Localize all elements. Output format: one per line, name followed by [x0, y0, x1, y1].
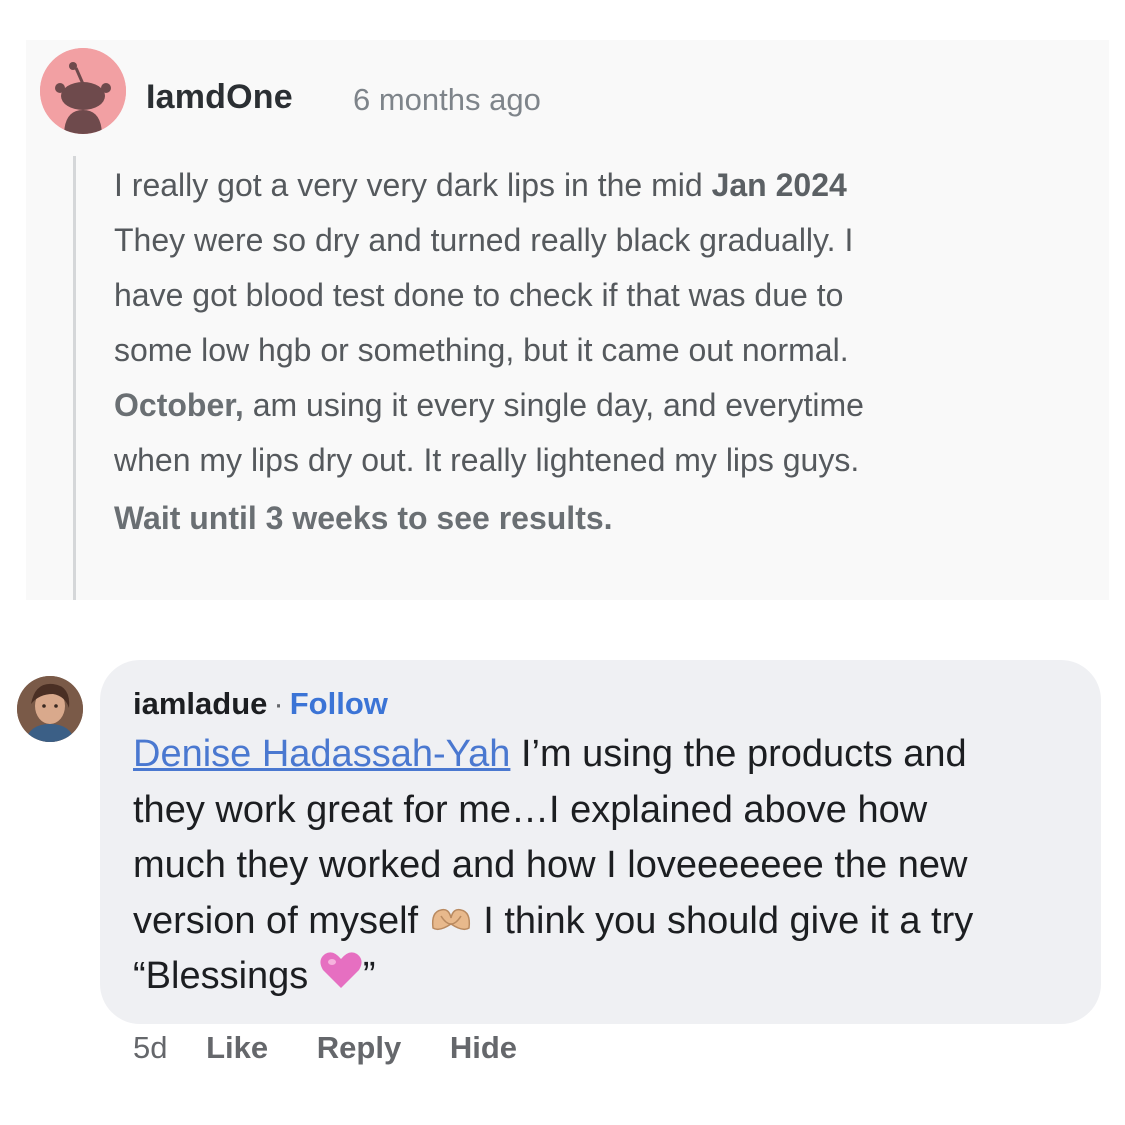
comment-line: October, am using it every single day, a…: [114, 387, 864, 423]
comment-timestamp[interactable]: 6 months ago: [353, 82, 541, 118]
comment-line: have got blood test done to check if tha…: [114, 277, 844, 313]
comment-username[interactable]: IamdOne: [146, 78, 293, 117]
comment-line: version of myself I think you should giv…: [133, 894, 1083, 950]
comment-line: I really got a very very dark lips in th…: [114, 167, 847, 203]
commenter-name[interactable]: iamladue: [133, 686, 267, 721]
pink-heart-emoji-icon: [319, 950, 363, 1007]
comment-time[interactable]: 5d: [133, 1030, 167, 1065]
month-overlay-text: October,: [114, 387, 244, 423]
comment-line-bold: Wait until 3 weeks to see results.: [114, 500, 613, 536]
reply-button[interactable]: Reply: [317, 1030, 401, 1065]
like-button[interactable]: Like: [206, 1030, 268, 1065]
comment-text: Denise Hadassah-Yah I’m using the produc…: [133, 727, 1083, 1005]
thread-collapse-line[interactable]: [73, 156, 76, 600]
follow-button[interactable]: Follow: [290, 686, 388, 721]
comment-line: Denise Hadassah-Yah I’m using the produc…: [133, 733, 967, 775]
user-avatar-icon[interactable]: [40, 48, 126, 134]
comment-header: iamladue · Follow: [133, 686, 388, 722]
comment-line: much they worked and how I loveeeeeee th…: [133, 844, 968, 886]
separator-dot: ·: [273, 686, 284, 721]
hide-button[interactable]: Hide: [450, 1030, 517, 1065]
mention-link[interactable]: Denise Hadassah-Yah: [133, 733, 510, 775]
comment-line: when my lips dry out. It really lightene…: [114, 442, 860, 478]
comment-line: they work great for me…I explained above…: [133, 788, 928, 831]
comment-body: I really got a very very dark lips in th…: [114, 158, 1074, 546]
commenter-avatar[interactable]: [17, 676, 83, 742]
reddit-snoo-avatar-icon: [40, 48, 126, 134]
reddit-comment-card: IamdOne 6 months ago I really got a very…: [26, 40, 1109, 600]
profile-photo-icon: [17, 676, 83, 742]
comment-line: some low hgb or something, but it came o…: [114, 332, 849, 368]
comment-line: “Blessings ”: [133, 949, 1083, 1005]
comment-bubble: iamladue · Follow Denise Hadassah-Yah I’m …: [100, 660, 1101, 1024]
date-overlay-text: Jan 2024: [711, 167, 847, 203]
comment-line: They were so dry and turned really black…: [114, 222, 854, 258]
heart-hands-emoji-icon: [429, 895, 473, 951]
comment-actions: 5d Like Reply Hide: [133, 1030, 557, 1066]
